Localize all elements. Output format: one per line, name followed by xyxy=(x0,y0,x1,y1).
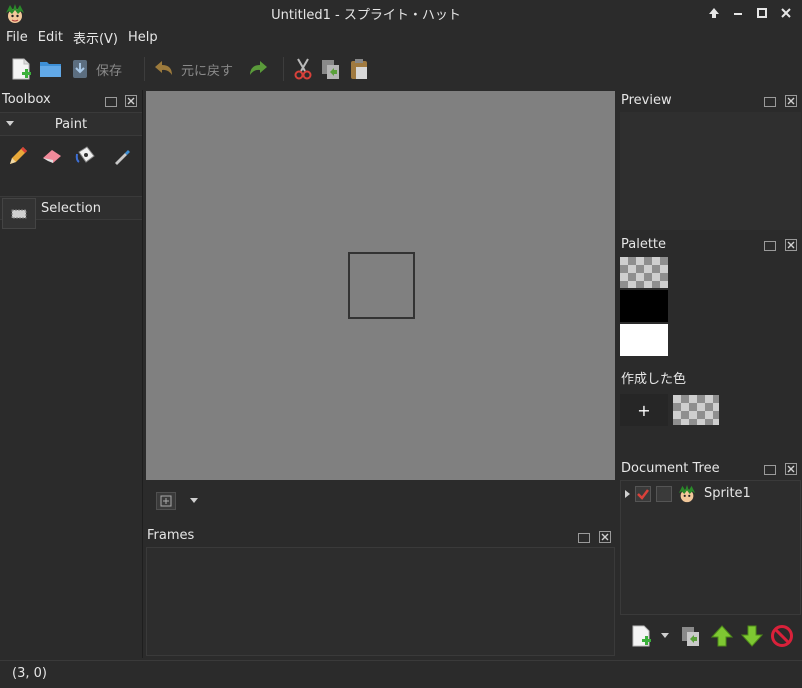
eraser-tool[interactable] xyxy=(40,144,64,172)
save-label: 保存 xyxy=(96,63,123,79)
zoom-dropdown-arrow-icon[interactable] xyxy=(190,498,198,503)
title-bar: Untitled1 - スプライト・ハット xyxy=(0,0,802,26)
close-icon xyxy=(781,8,791,18)
status-bar: (3, 0) xyxy=(0,660,802,688)
copy-icon xyxy=(322,60,340,79)
document-tree: Sprite1 xyxy=(620,480,801,615)
delete-button[interactable] xyxy=(770,624,794,652)
new-file-icon xyxy=(632,625,651,647)
menu-bar: File Edit 表示(V) Help xyxy=(0,26,802,48)
lock-checkbox[interactable] xyxy=(656,486,672,502)
frames-list[interactable] xyxy=(146,547,615,656)
pencil-tool[interactable] xyxy=(6,144,30,172)
eraser-icon xyxy=(43,150,61,163)
add-color-button[interactable]: + xyxy=(620,394,668,426)
cut-button[interactable] xyxy=(292,54,314,84)
minimize-icon xyxy=(734,13,742,15)
paint-section-label: Paint xyxy=(54,116,88,132)
arrow-up-icon xyxy=(709,8,719,18)
main-toolbar: 保存 元に戻す xyxy=(0,50,802,88)
cursor-coordinates: (3, 0) xyxy=(12,666,47,681)
document-tree-title: Document Tree xyxy=(621,461,720,476)
move-up-button[interactable] xyxy=(710,624,734,652)
selection-section-label: Selection xyxy=(41,200,101,216)
float-panel-icon[interactable] xyxy=(105,97,117,107)
created-color-swatch-transparent[interactable] xyxy=(673,395,719,425)
duplicate-button[interactable] xyxy=(680,624,702,652)
save-button[interactable]: 保存 xyxy=(70,54,130,84)
rect-select-tool[interactable] xyxy=(2,198,36,229)
visibility-checkbox[interactable] xyxy=(635,486,651,502)
toolbox-title: Toolbox xyxy=(2,92,51,107)
close-button[interactable] xyxy=(775,3,797,23)
undo-icon xyxy=(155,61,173,75)
redo-button[interactable] xyxy=(247,54,269,84)
preview-area xyxy=(620,112,801,230)
menu-edit[interactable]: Edit xyxy=(38,30,63,45)
close-panel-icon[interactable] xyxy=(125,95,137,111)
clipboard-icon xyxy=(351,59,368,79)
folder-icon xyxy=(40,62,61,77)
arrow-down-green-icon xyxy=(740,625,764,647)
rect-select-icon xyxy=(11,209,27,218)
zoom-button[interactable] xyxy=(156,492,176,510)
undo-label: 元に戻す xyxy=(181,63,234,79)
undo-button[interactable]: 元に戻す xyxy=(153,54,241,84)
sprite-frame-outline[interactable] xyxy=(348,252,415,319)
tree-item-label: Sprite1 xyxy=(704,486,751,501)
paint-section-header[interactable]: Paint xyxy=(0,112,142,136)
add-dropdown-arrow-icon[interactable] xyxy=(661,633,669,638)
save-download-icon xyxy=(73,60,87,78)
maximize-button[interactable] xyxy=(751,3,773,23)
checkmark-icon xyxy=(637,489,649,500)
created-colors-label: 作成した色 xyxy=(621,372,687,387)
eyedropper-icon xyxy=(115,150,130,165)
paint-bucket-icon xyxy=(75,146,95,163)
no-entry-icon xyxy=(771,625,793,647)
sprite-icon xyxy=(677,484,697,508)
frames-title: Frames xyxy=(147,528,195,543)
keep-above-button[interactable] xyxy=(703,3,725,23)
window-title: Untitled1 - スプライト・ハット xyxy=(271,8,461,23)
float-panel-icon[interactable] xyxy=(764,465,776,475)
float-panel-icon[interactable] xyxy=(764,241,776,251)
eyedropper-tool[interactable] xyxy=(110,144,134,172)
menu-help[interactable]: Help xyxy=(128,30,158,45)
palette-swatch-white[interactable] xyxy=(620,324,668,356)
close-panel-icon[interactable] xyxy=(785,239,797,255)
pencil-icon xyxy=(10,147,27,164)
redo-icon xyxy=(250,61,268,75)
copy-button[interactable] xyxy=(320,54,342,84)
palette-swatch-transparent[interactable] xyxy=(620,257,668,288)
preview-title: Preview xyxy=(621,93,672,108)
close-panel-icon[interactable] xyxy=(785,95,797,111)
collapse-arrow-icon xyxy=(6,121,14,126)
minimize-button[interactable] xyxy=(727,3,749,23)
toolbar-divider xyxy=(283,57,285,81)
new-file-button[interactable] xyxy=(10,54,32,84)
menu-file[interactable]: File xyxy=(6,30,28,45)
add-item-button[interactable] xyxy=(630,624,652,652)
expand-arrow-icon[interactable] xyxy=(625,490,630,498)
close-panel-icon[interactable] xyxy=(785,463,797,479)
fill-bucket-tool[interactable] xyxy=(74,144,98,172)
paste-button[interactable] xyxy=(348,54,370,84)
float-panel-icon[interactable] xyxy=(764,97,776,107)
float-panel-icon[interactable] xyxy=(578,533,590,543)
open-button[interactable] xyxy=(38,54,64,84)
scissors-icon xyxy=(294,58,312,80)
palette-title: Palette xyxy=(621,237,667,252)
duplicate-icon xyxy=(682,627,699,646)
close-panel-icon[interactable] xyxy=(599,531,611,547)
move-down-button[interactable] xyxy=(740,624,764,652)
menu-view[interactable]: 表示(V) xyxy=(73,28,118,47)
tree-item-sprite1[interactable]: Sprite1 xyxy=(621,484,800,508)
palette-swatch-black[interactable] xyxy=(620,290,668,322)
toolbar-divider xyxy=(144,57,146,81)
new-file-icon xyxy=(12,58,31,80)
toolbox-panel: Toolbox Paint Selection xyxy=(0,90,143,658)
maximize-icon xyxy=(757,8,767,18)
arrow-up-green-icon xyxy=(710,625,734,647)
zoom-fit-icon xyxy=(160,495,172,507)
